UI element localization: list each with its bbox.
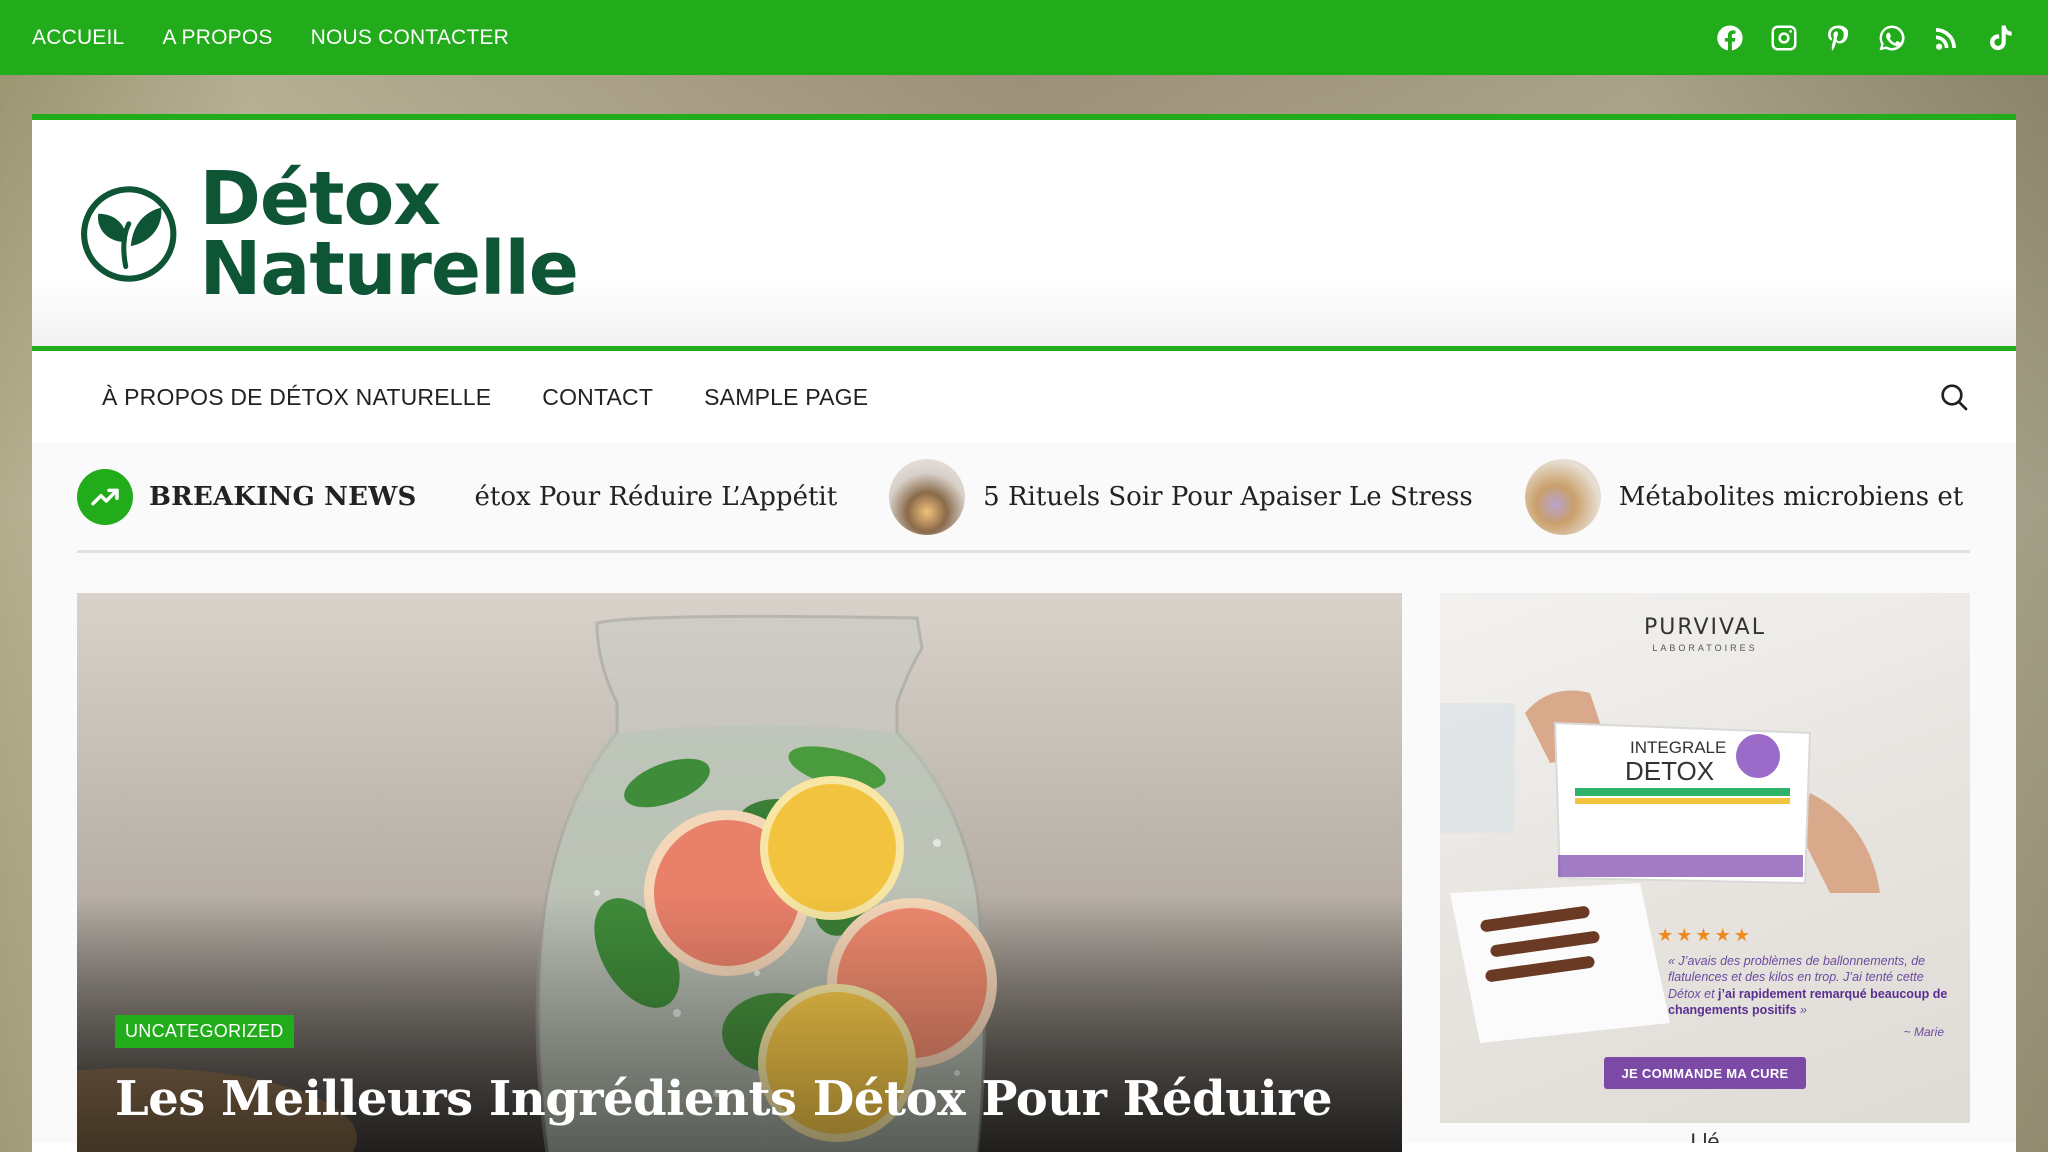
ticker-thumbnail <box>1524 458 1601 535</box>
top-nav-a-propos[interactable]: A PROPOS <box>162 26 272 50</box>
nav-contact[interactable]: CONTACT <box>542 384 653 411</box>
ticker-thumbnail <box>889 458 966 535</box>
tiktok-icon[interactable] <box>1984 22 2016 54</box>
top-nav-accueil[interactable]: ACCUEIL <box>32 26 124 50</box>
site-header: Détox Naturelle <box>32 120 2016 351</box>
ad-testimonial: « J’avais des problèmes de ballonnements… <box>1668 953 1948 1018</box>
ad-author: ~ Marie <box>1903 1025 1944 1039</box>
logo-line-1: Détox <box>199 155 441 242</box>
site-logo[interactable]: Détox Naturelle <box>78 154 579 314</box>
rss-icon[interactable] <box>1930 22 1962 54</box>
leaf-logo-icon <box>81 186 177 282</box>
ticker-item[interactable]: 5 Rituels Soir Pour Apaiser Le Stress <box>889 458 1473 535</box>
rating-stars: ★★★★★ <box>1657 925 1753 945</box>
ticker-item-title: Métabolites microbiens et régulation <box>1618 481 1970 512</box>
facebook-icon[interactable] <box>1714 22 1746 54</box>
ticker-item-title: étox Pour Réduire L’Appétit <box>474 481 838 512</box>
ticker-items: étox Pour Réduire L’Appétit 5 Rituels So… <box>475 458 1970 535</box>
ad-quote-end: » <box>1799 1002 1807 1017</box>
logo-wordmark: Détox Naturelle <box>199 155 579 312</box>
top-nav: ACCUEIL A PROPOS NOUS CONTACTER <box>32 26 509 50</box>
sidebar-ad[interactable]: INTEGRALE DETOX PURVIVAL LABORATOIRES ★★… <box>1440 593 1970 1123</box>
ad-caption: Llé <box>1690 1129 1720 1143</box>
ticker-item[interactable]: Métabolites microbiens et régulation <box>1524 458 1970 535</box>
category-badge[interactable]: UNCATEGORIZED <box>115 1015 294 1048</box>
ticker-item[interactable]: étox Pour Réduire L’Appétit <box>475 482 838 512</box>
whatsapp-icon[interactable] <box>1876 22 1908 54</box>
search-icon[interactable] <box>1938 381 1972 415</box>
pinterest-icon[interactable] <box>1822 22 1854 54</box>
ad-brand-sub: LABORATOIRES <box>1652 643 1758 653</box>
top-bar: ACCUEIL A PROPOS NOUS CONTACTER <box>0 0 2048 75</box>
main-nav: À PROPOS DE DÉTOX NATURELLE CONTACT SAMP… <box>32 351 2016 443</box>
top-nav-nous-contacter[interactable]: NOUS CONTACTER <box>311 26 509 50</box>
trending-up-icon <box>77 468 133 525</box>
breaking-news-ticker: BREAKING NEWS étox Pour Réduire L’Appéti… <box>77 443 1970 553</box>
logo-line-2: Naturelle <box>199 226 579 312</box>
ad-brand: PURVIVAL <box>1644 615 1766 640</box>
ad-product-line-1: INTEGRALE <box>1630 738 1726 757</box>
breaking-news-label: BREAKING NEWS <box>149 481 417 512</box>
ticker-item-title: 5 Rituels Soir Pour Apaiser Le Stress <box>983 481 1473 512</box>
ad-product-line-2: DETOX <box>1625 756 1714 786</box>
nav-a-propos-detox[interactable]: À PROPOS DE DÉTOX NATURELLE <box>102 384 491 411</box>
featured-post-title[interactable]: Les Meilleurs Ingrédients Détox Pour Réd… <box>115 1069 1375 1129</box>
featured-post[interactable]: UNCATEGORIZED Les Meilleurs Ingrédients … <box>77 593 1402 1152</box>
nav-sample-page[interactable]: SAMPLE PAGE <box>704 384 868 411</box>
main-container: Détox Naturelle À PROPOS DE DÉTOX NATURE… <box>32 114 2016 1152</box>
social-links <box>1714 22 2016 54</box>
instagram-icon[interactable] <box>1768 22 1800 54</box>
ad-product-image: INTEGRALE DETOX <box>1440 690 1880 1043</box>
content-area: BREAKING NEWS étox Pour Réduire L’Appéti… <box>32 443 2016 1152</box>
ad-cta-button[interactable]: JE COMMANDE MA CURE <box>1604 1057 1806 1089</box>
